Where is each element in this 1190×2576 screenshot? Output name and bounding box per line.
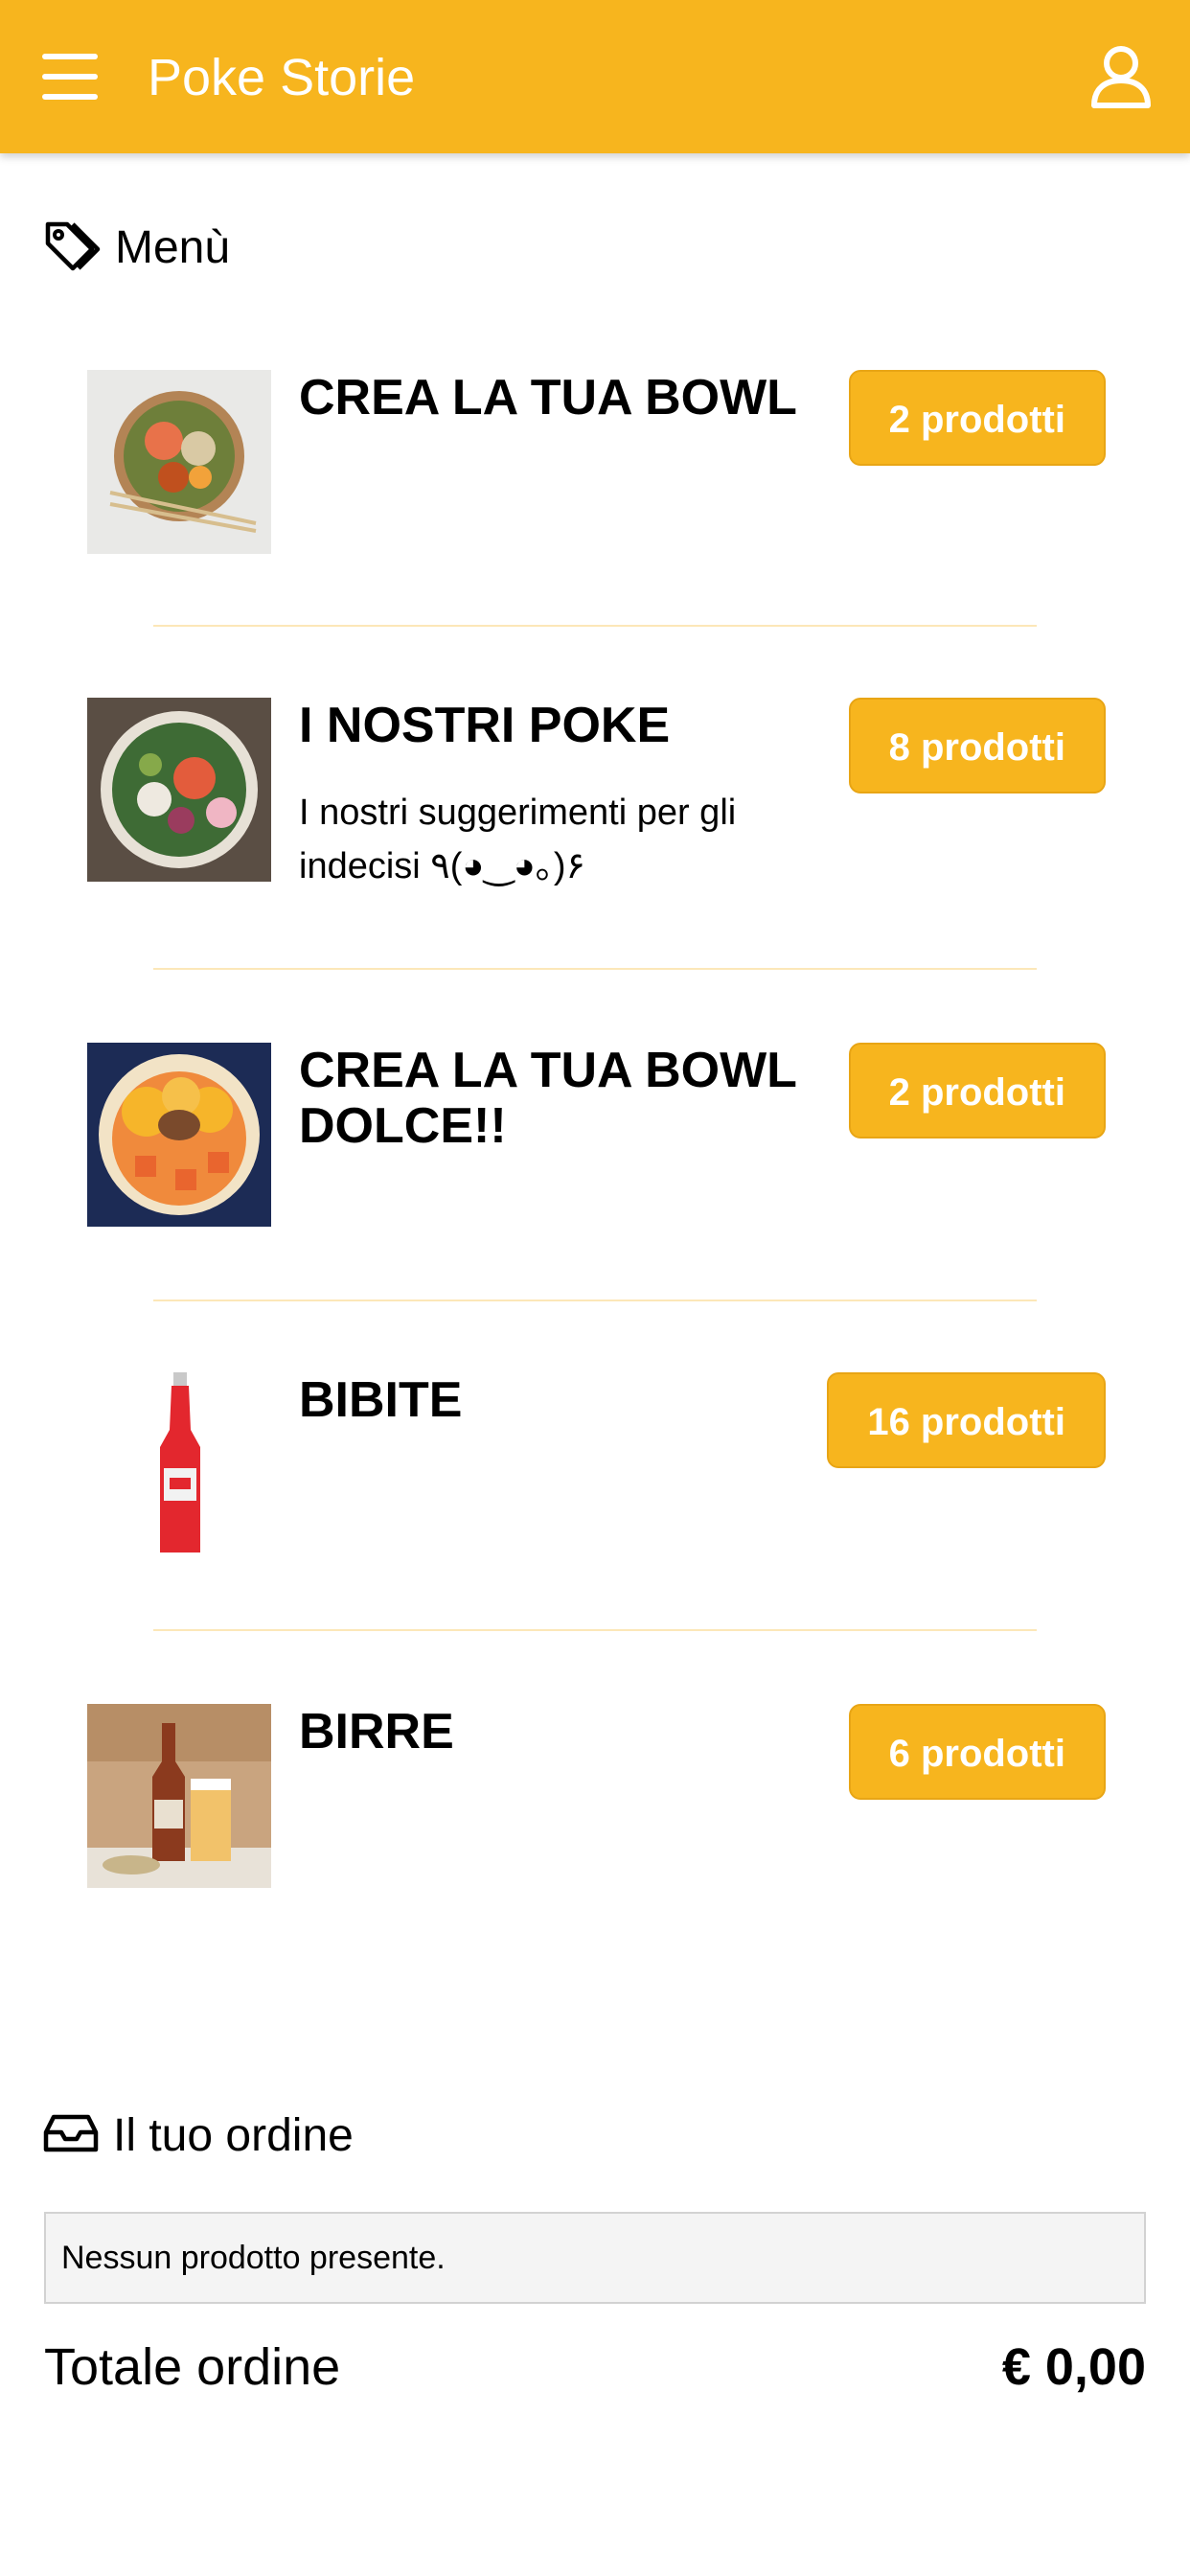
category-name: BIBITE — [299, 1372, 463, 1428]
fruit-bowl-photo — [87, 1043, 271, 1227]
order-total-label: Totale ordine — [44, 2338, 341, 2396]
divider — [153, 625, 1037, 627]
order-section-header: Il tuo ordine — [42, 2104, 354, 2166]
hamburger-menu-icon[interactable] — [38, 42, 105, 111]
category-row-crea-la-tua-bowl-dolce[interactable]: CREA LA TUA BOWL DOLCE!! 2 prodotti — [0, 1043, 1190, 1227]
user-profile-icon[interactable] — [1087, 42, 1156, 113]
category-row-birre[interactable]: BIRRE 6 prodotti — [0, 1704, 1190, 1888]
category-name: BIRRE — [299, 1704, 454, 1760]
category-name: I NOSTRI POKE — [299, 698, 671, 753]
category-name: CREA LA TUA BOWL — [299, 370, 797, 426]
empty-order-message: Nessun prodotto presente. — [44, 2212, 1146, 2304]
product-count-button[interactable]: 16 prodotti — [827, 1372, 1106, 1468]
divider — [153, 968, 1037, 970]
divider — [153, 1300, 1037, 1301]
order-section-title: Il tuo ordine — [113, 2109, 354, 2161]
tags-icon — [42, 218, 102, 277]
product-count-button[interactable]: 2 prodotti — [848, 370, 1106, 466]
divider — [153, 1629, 1037, 1631]
app-header: Poke Storie — [0, 0, 1190, 153]
product-count-button[interactable]: 6 prodotti — [848, 1704, 1106, 1800]
beer-bottle-photo — [87, 1704, 271, 1888]
soda-bottle-photo — [87, 1372, 271, 1556]
menu-section-header: Menù — [42, 217, 230, 278]
category-description: I nostri suggerimenti per gli indecisi ٩… — [299, 793, 737, 886]
category-row-crea-la-tua-bowl[interactable]: CREA LA TUA BOWL 2 prodotti — [0, 370, 1190, 554]
category-row-i-nostri-poke[interactable]: I NOSTRI POKE I nostri suggerimenti per … — [0, 698, 1190, 889]
order-total-value: € 0,00 — [1001, 2338, 1146, 2396]
app-title: Poke Storie — [148, 49, 416, 106]
product-count-button[interactable]: 2 prodotti — [848, 1043, 1106, 1138]
menu-section-title: Menù — [115, 221, 231, 273]
category-name: CREA LA TUA BOWL DOLCE!! — [299, 1043, 796, 1154]
category-row-bibite[interactable]: BIBITE 16 prodotti — [0, 1372, 1190, 1556]
inbox-tray-icon — [42, 2111, 100, 2160]
poke-bowl-photo — [87, 370, 271, 554]
product-count-button[interactable]: 8 prodotti — [848, 698, 1106, 794]
poke-bowl-photo — [87, 698, 271, 882]
